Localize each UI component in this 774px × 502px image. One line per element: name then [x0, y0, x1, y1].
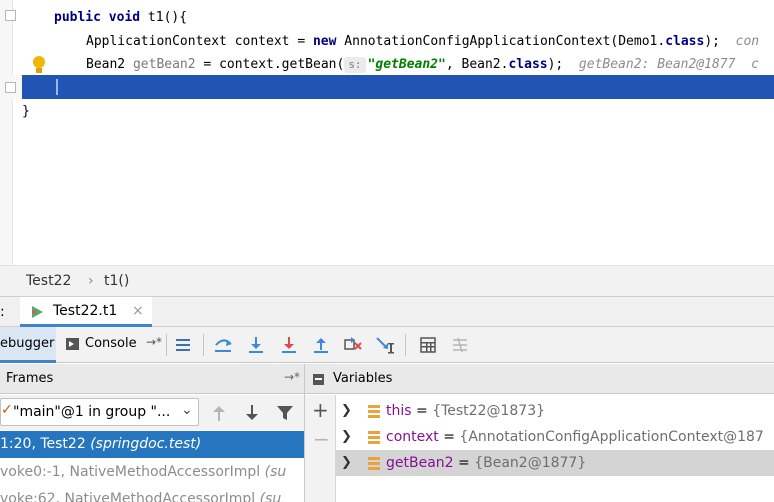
force-step-into-icon[interactable] — [278, 334, 300, 356]
evaluate-expression-icon[interactable] — [417, 334, 439, 356]
trace-current-stream-icon[interactable] — [449, 334, 471, 356]
console-icon — [66, 338, 79, 350]
chevron-right-icon[interactable]: ❯ — [341, 450, 352, 476]
drop-frame-icon[interactable] — [342, 334, 364, 356]
tab-test22-t1[interactable]: Test22.t1 × — [20, 297, 152, 327]
variables-side-toolbar: + − — [305, 395, 336, 502]
add-watch-icon[interactable]: + — [312, 398, 329, 422]
tab-console[interactable]: Console →* — [60, 327, 166, 363]
field-icon — [368, 457, 380, 470]
step-out-icon[interactable] — [310, 334, 332, 356]
fold-marker-icon[interactable] — [5, 82, 16, 93]
chevron-down-icon: ⌄ — [181, 402, 193, 418]
thread-selector-row: ✓ "main"@1 in group "... ⌄ — [0, 395, 304, 430]
code-line-2[interactable]: ApplicationContext context = new Annotat… — [86, 31, 759, 53]
pin-icon[interactable]: →* — [284, 370, 300, 384]
breadcrumb-separator: › — [88, 273, 94, 289]
step-into-icon[interactable] — [245, 334, 267, 356]
breadcrumb-method[interactable]: t1() — [104, 273, 129, 289]
breadcrumb-class[interactable]: Test22 — [26, 273, 71, 289]
debug-run-icon — [32, 306, 43, 318]
breadcrumb: Test22 › t1() — [0, 265, 774, 296]
next-frame-icon[interactable] — [244, 404, 260, 422]
variables-icon — [313, 374, 324, 385]
code-editor[interactable]: public void t1(){ ApplicationContext con… — [0, 0, 774, 265]
debug-session-tabs: : Test22.t1 × — [0, 296, 774, 327]
run-to-cursor-icon[interactable] — [374, 334, 396, 356]
current-execution-line — [22, 75, 774, 99]
frame-item[interactable]: 1:20, Test22 (springdoc.test) — [0, 431, 304, 458]
frames-title: Frames — [6, 371, 54, 386]
variable-row[interactable]: ❯ context = {AnnotationConfigApplication… — [336, 424, 774, 450]
close-icon[interactable]: × — [132, 303, 144, 319]
variables-panel: Variables + − ❯ this = {Test22@1873} ❯ c… — [305, 364, 774, 502]
tab-debugger[interactable]: ebugger — [0, 327, 56, 363]
debugger-toolbar: ebugger Console →* — [0, 327, 774, 363]
inline-debug-value: getBean2: Bean2@1877 — [578, 57, 736, 72]
tab-label: Test22.t1 — [53, 303, 118, 319]
code-line-5[interactable]: } — [22, 101, 30, 123]
frames-header: Frames →* — [0, 364, 304, 394]
frame-item[interactable]: voke:62, NativeMethodAccessorImpl (su — [0, 486, 304, 502]
thread-label: "main"@1 in group "... — [13, 404, 171, 420]
previous-frame-icon[interactable] — [211, 404, 227, 422]
filter-icon[interactable] — [276, 404, 294, 422]
chevron-right-icon[interactable]: ❯ — [341, 398, 352, 424]
lightbulb-icon[interactable] — [32, 56, 46, 76]
parameter-hint: s: — [344, 57, 366, 73]
field-icon — [368, 405, 380, 418]
variable-row[interactable]: ❯ this = {Test22@1873} — [336, 398, 774, 424]
code-line-1[interactable]: public void t1(){ — [54, 7, 187, 29]
frame-item[interactable]: voke0:-1, NativeMethodAccessorImpl (su — [0, 459, 304, 486]
remove-watch-icon[interactable]: − — [313, 427, 330, 451]
text-caret — [56, 79, 58, 95]
editor-gutter[interactable] — [0, 0, 13, 265]
thread-dropdown[interactable]: ✓ "main"@1 in group "... ⌄ — [0, 398, 199, 426]
step-over-icon[interactable] — [212, 334, 234, 356]
variables-header: Variables — [305, 364, 774, 394]
layout-menu-icon[interactable] — [172, 334, 194, 356]
check-icon: ✓ — [1, 402, 13, 418]
variables-title: Variables — [333, 371, 393, 386]
fold-marker-icon[interactable] — [5, 10, 16, 21]
code-line-3[interactable]: Bean2 getBean2 = context.getBean(s: "getB… — [86, 54, 759, 76]
variable-row[interactable]: ❯ getBean2 = {Bean2@1877} — [336, 450, 774, 476]
frames-panel: Frames →* ✓ "main"@1 in group "... ⌄ 1:2… — [0, 364, 305, 502]
field-icon — [368, 431, 380, 444]
pin-icon[interactable]: →* — [146, 335, 162, 349]
chevron-right-icon[interactable]: ❯ — [341, 424, 352, 450]
